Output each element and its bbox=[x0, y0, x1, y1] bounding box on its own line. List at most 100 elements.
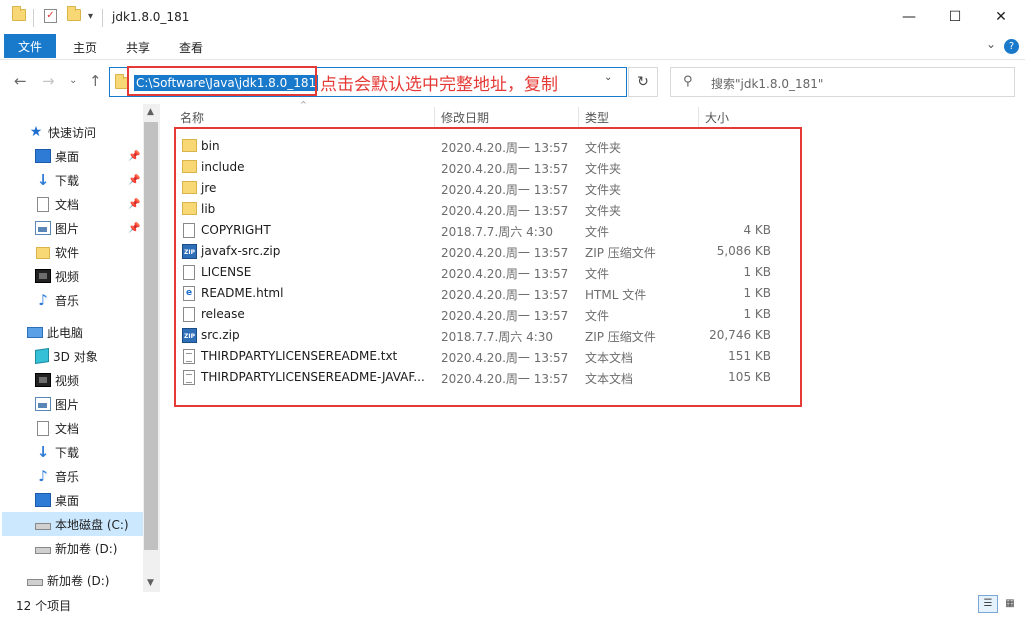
sidebar-item-label: 软件 bbox=[55, 245, 80, 260]
star-icon: ★ bbox=[29, 124, 43, 140]
tab-home[interactable]: 主页 bbox=[73, 39, 97, 56]
scroll-down-arrow[interactable]: ▼ bbox=[147, 578, 154, 588]
pin-icon[interactable]: 📌 bbox=[128, 199, 140, 210]
properties-icon[interactable]: ✓ bbox=[44, 9, 57, 23]
sidebar-item-label: 文档 bbox=[55, 197, 80, 212]
sidebar-item-3d-objects[interactable]: 3D 对象 bbox=[35, 344, 143, 368]
window-title: jdk1.8.0_181 bbox=[112, 10, 190, 24]
sidebar-item-desktop[interactable]: 桌面 bbox=[35, 144, 143, 168]
title-bar: ✓ ▾ jdk1.8.0_181 — ☐ ✕ bbox=[0, 0, 1025, 36]
sort-arrow-icon: ^ bbox=[300, 100, 307, 109]
sidebar-item-downloads[interactable]: ↓ 下载 bbox=[35, 440, 143, 464]
sidebar-item-software[interactable]: 软件 bbox=[35, 240, 143, 264]
music-icon: ♪ bbox=[38, 291, 48, 309]
ribbon-expand-icon[interactable]: ⌄ bbox=[986, 37, 996, 51]
download-icon: ↓ bbox=[36, 171, 50, 189]
details-view-button[interactable]: ☰ bbox=[978, 595, 998, 613]
pin-icon[interactable]: 📌 bbox=[128, 223, 140, 234]
video-icon bbox=[35, 269, 51, 283]
search-box[interactable]: ⚲ 搜索"jdk1.8.0_181" bbox=[670, 67, 1015, 97]
divider bbox=[33, 9, 34, 27]
back-button[interactable]: ← bbox=[14, 72, 27, 90]
search-input[interactable]: 搜索"jdk1.8.0_181" bbox=[711, 75, 823, 92]
navigation-pane: ★ 快速访问 桌面 📌 ↓ 下载 📌 文档 📌 图片 📌 软件 视频 ♪ 音乐 … bbox=[0, 104, 160, 592]
desktop-icon bbox=[35, 149, 51, 163]
sidebar-item-label: 快速访问 bbox=[48, 125, 97, 140]
forward-button[interactable]: → bbox=[42, 72, 55, 90]
sidebar-item-this-pc[interactable]: 此电脑 bbox=[27, 320, 143, 344]
sidebar-item-label: 本地磁盘 (C:) bbox=[55, 517, 129, 532]
sidebar-item-volume-d[interactable]: 新加卷 (D:) bbox=[35, 536, 143, 560]
tab-share[interactable]: 共享 bbox=[126, 39, 150, 56]
recent-locations-dropdown[interactable]: ⌄ bbox=[69, 75, 77, 86]
sidebar-item-videos[interactable]: 视频 bbox=[35, 264, 143, 288]
ribbon: 文件 主页 共享 查看 ⌄ ? bbox=[0, 34, 1025, 60]
3d-objects-icon bbox=[35, 348, 49, 364]
sidebar-item-local-disk-c[interactable]: 本地磁盘 (C:) bbox=[2, 512, 143, 536]
divider bbox=[102, 9, 103, 27]
sidebar-item-volume-d[interactable]: 新加卷 (D:) bbox=[27, 568, 143, 592]
sidebar-item-label: 桌面 bbox=[55, 149, 80, 164]
download-icon: ↓ bbox=[36, 443, 50, 461]
file-list-highlight-box bbox=[174, 127, 802, 407]
column-header-name[interactable]: 名称 bbox=[180, 107, 204, 129]
maximize-button[interactable]: ☐ bbox=[932, 0, 978, 34]
sidebar-item-documents[interactable]: 文档 bbox=[35, 416, 143, 440]
refresh-button[interactable]: ↻ bbox=[628, 67, 658, 97]
pc-icon bbox=[27, 326, 43, 338]
new-folder-icon[interactable] bbox=[67, 6, 81, 21]
sidebar-item-label: 图片 bbox=[55, 221, 80, 236]
document-icon bbox=[37, 196, 49, 212]
column-header-type[interactable]: 类型 bbox=[585, 107, 609, 129]
address-highlight-box bbox=[127, 66, 317, 96]
sidebar-item-pictures[interactable]: 图片 bbox=[35, 216, 143, 240]
pin-icon[interactable]: 📌 bbox=[128, 175, 140, 186]
scroll-up-arrow[interactable]: ▲ bbox=[147, 107, 154, 117]
desktop-icon bbox=[35, 493, 51, 507]
sidebar-item-desktop[interactable]: 桌面 bbox=[35, 488, 143, 512]
sidebar-item-label: 文档 bbox=[55, 421, 80, 436]
minimize-button[interactable]: — bbox=[886, 0, 932, 34]
sidebar-item-music[interactable]: ♪ 音乐 bbox=[35, 464, 143, 488]
help-icon[interactable]: ? bbox=[1004, 39, 1019, 54]
sidebar-item-label: 3D 对象 bbox=[53, 349, 98, 364]
folder-icon bbox=[36, 247, 50, 259]
customize-quick-access-dropdown[interactable]: ▾ bbox=[88, 11, 93, 22]
sidebar-item-downloads[interactable]: ↓ 下载 bbox=[35, 168, 143, 192]
sidebar-item-pictures[interactable]: 图片 bbox=[35, 392, 143, 416]
drive-icon bbox=[35, 522, 51, 530]
sidebar-item-music[interactable]: ♪ 音乐 bbox=[35, 288, 143, 312]
divider bbox=[698, 107, 699, 129]
item-count: 12 个项目 bbox=[16, 599, 72, 613]
column-header-date[interactable]: 修改日期 bbox=[441, 107, 489, 129]
tab-view[interactable]: 查看 bbox=[179, 39, 203, 56]
document-icon bbox=[37, 420, 49, 436]
tab-file[interactable]: 文件 bbox=[4, 34, 56, 58]
folder-icon bbox=[12, 6, 26, 21]
pin-icon[interactable]: 📌 bbox=[128, 151, 140, 162]
up-button[interactable]: ↑ bbox=[89, 72, 102, 90]
sidebar-item-quick-access[interactable]: ★ 快速访问 bbox=[28, 120, 143, 144]
divider bbox=[434, 107, 435, 129]
status-bar: 12 个项目 bbox=[0, 592, 1025, 617]
sidebar-item-label: 新加卷 (D:) bbox=[47, 573, 110, 588]
sidebar-item-label: 视频 bbox=[55, 373, 80, 388]
sidebar-item-documents[interactable]: 文档 bbox=[35, 192, 143, 216]
large-icons-view-button[interactable]: ▦ bbox=[1000, 595, 1020, 613]
nav-scrollbar-thumb[interactable] bbox=[144, 122, 158, 550]
sidebar-item-label: 新加卷 (D:) bbox=[55, 541, 118, 556]
close-button[interactable]: ✕ bbox=[978, 0, 1024, 34]
column-header-size[interactable]: 大小 bbox=[705, 107, 729, 129]
sidebar-item-label: 下载 bbox=[55, 173, 80, 188]
sidebar-item-videos[interactable]: 视频 bbox=[35, 368, 143, 392]
drive-icon bbox=[27, 578, 43, 586]
sidebar-item-label: 音乐 bbox=[55, 293, 80, 308]
annotation-text: 点击会默认选中完整地址，复制 bbox=[320, 75, 558, 95]
address-history-dropdown[interactable]: ⌄ bbox=[604, 72, 612, 83]
drive-icon bbox=[35, 546, 51, 554]
sidebar-item-label: 视频 bbox=[55, 269, 80, 284]
picture-icon bbox=[35, 221, 51, 235]
search-icon: ⚲ bbox=[683, 74, 693, 89]
sidebar-item-label: 图片 bbox=[55, 397, 80, 412]
sidebar-item-label: 此电脑 bbox=[47, 325, 84, 340]
